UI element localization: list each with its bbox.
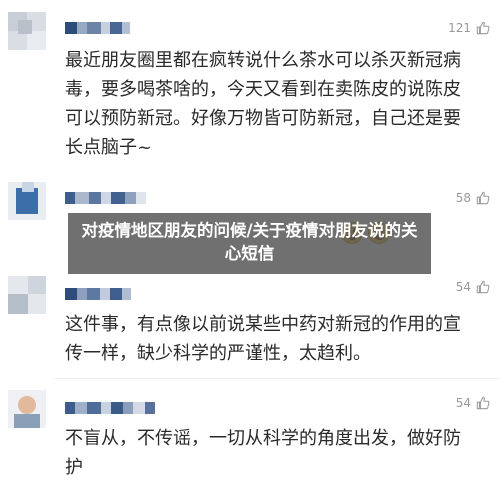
like-count: 58 (455, 191, 471, 205)
comment-text: 最近朋友圈里都在疯转说什么茶水可以杀灭新冠病毒，要多喝茶啥的，今天又看到在卖陈皮… (65, 50, 461, 158)
avatar[interactable] (8, 182, 46, 220)
comment-text: 不盲从，不传谣，一切从科学的角度出发，做好防护 (65, 428, 461, 478)
like-count: 54 (455, 280, 471, 294)
comment-item: 54 不盲从，不传谣，一切从科学的角度出发，做好防护 (0, 378, 500, 486)
username-blurred[interactable] (65, 22, 130, 34)
username-blurred[interactable] (65, 402, 155, 414)
thumbs-up-icon (476, 396, 490, 410)
like-button[interactable]: 54 (456, 280, 490, 294)
like-count: 54 (455, 396, 471, 410)
comment-item: 54 这件事，有点像以前说某些中药对新冠的作用的宣传一样，缺少科学的严谨性，太趋… (0, 270, 500, 378)
title-overlay: 对疫情地区朋友的问候/关于疫情对朋友说的关心短信 (68, 213, 431, 274)
thumbs-up-icon (476, 280, 490, 294)
thumbs-up-icon (476, 191, 490, 205)
thumbs-up-icon (476, 21, 490, 35)
avatar[interactable] (8, 390, 46, 428)
comment-item: 121 最近朋友圈里都在疯转说什么茶水可以杀灭新冠病毒，要多喝茶啥的，今天又看到… (0, 0, 500, 170)
like-button[interactable]: 121 (448, 21, 490, 35)
overlay-title: 对疫情地区朋友的问候/关于疫情对朋友说的关心短信 (81, 221, 418, 263)
like-button[interactable]: 58 (456, 191, 490, 205)
username-blurred[interactable] (65, 288, 131, 300)
username-blurred[interactable] (65, 192, 146, 204)
avatar[interactable] (8, 12, 46, 50)
avatar[interactable] (8, 276, 46, 314)
comment-text: 这件事，有点像以前说某些中药对新冠的作用的宣传一样，缺少科学的严谨性，太趋利。 (65, 314, 461, 364)
like-button[interactable]: 54 (456, 396, 490, 410)
like-count: 121 (448, 21, 471, 35)
